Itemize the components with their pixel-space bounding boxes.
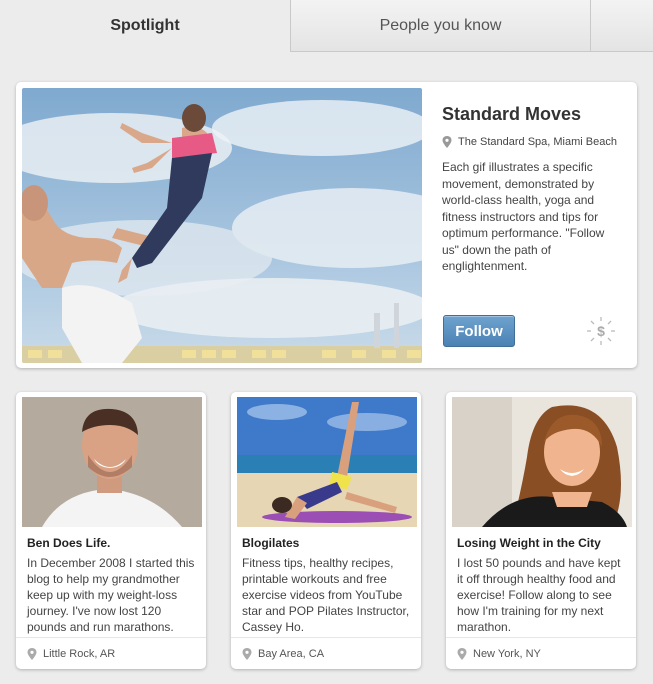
blog-card[interactable]: Blogilates Fitness tips, healthy recipes… (231, 392, 421, 669)
blog-card-description: In December 2008 I started this blog to … (27, 556, 195, 634)
tab-bar: Spotlight People you know (0, 0, 653, 52)
map-pin-icon (242, 648, 252, 660)
divider (16, 637, 206, 638)
blog-card-image[interactable] (452, 397, 632, 527)
spotlight-location: The Standard Spa, Miami Beach (442, 136, 617, 148)
spotlight-card: Standard Moves The Standard Spa, Miami B… (16, 82, 637, 368)
map-pin-icon (442, 136, 452, 148)
tab-spotlight-label: Spotlight (110, 17, 180, 34)
svg-text:$: $ (597, 323, 605, 339)
blog-card-location: Bay Area, CA (242, 648, 324, 660)
spotlight-location-text: The Standard Spa, Miami Beach (458, 136, 617, 148)
blog-card-title[interactable]: Blogilates (242, 536, 299, 550)
blog-card-title[interactable]: Ben Does Life. (27, 536, 110, 550)
dollar-badge-icon: $ (587, 317, 615, 345)
blog-card[interactable]: Ben Does Life. In December 2008 I starte… (16, 392, 206, 669)
map-pin-icon (457, 648, 467, 660)
blog-card-description: Fitness tips, healthy recipes, printable… (242, 556, 410, 634)
tab-people-you-know-label: People you know (379, 16, 502, 34)
tab-spotlight[interactable]: Spotlight (0, 0, 290, 52)
blog-card-image[interactable] (22, 397, 202, 527)
map-pin-icon (27, 648, 37, 660)
blog-card-description: I lost 50 pounds and have kept it off th… (457, 556, 621, 634)
spotlight-title[interactable]: Standard Moves (442, 104, 581, 125)
spotlight-description: Each gif illustrates a specific movement… (442, 160, 605, 273)
blog-card-location: New York, NY (457, 648, 541, 660)
blog-card-location-text: Little Rock, AR (43, 648, 116, 660)
blog-card-location: Little Rock, AR (27, 648, 115, 660)
tab-more[interactable] (590, 0, 653, 52)
tab-people-you-know[interactable]: People you know (290, 0, 590, 52)
blog-card-location-text: Bay Area, CA (258, 648, 325, 660)
divider (446, 637, 636, 638)
spotlight-image[interactable] (22, 88, 422, 363)
blog-card-location-text: New York, NY (473, 648, 541, 660)
follow-button[interactable]: Follow (443, 315, 515, 347)
blog-card-title[interactable]: Losing Weight in the City (457, 536, 601, 550)
divider (231, 637, 421, 638)
blog-card-image[interactable] (237, 397, 417, 527)
blog-card[interactable]: Losing Weight in the City I lost 50 poun… (446, 392, 636, 669)
